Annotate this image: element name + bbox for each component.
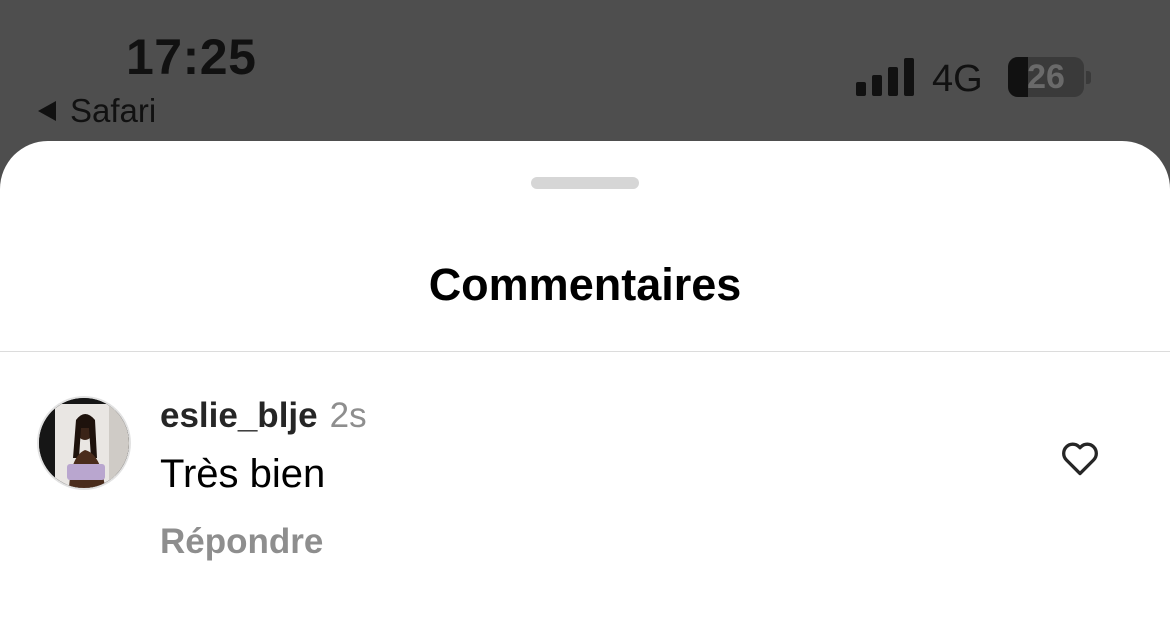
back-to-app-button[interactable]: Safari: [38, 92, 156, 130]
cellular-signal-icon: [856, 58, 916, 96]
comment-username[interactable]: eslie_blje: [160, 396, 318, 436]
avatar-photo: [39, 398, 129, 488]
heart-outline-icon: [1062, 442, 1098, 476]
back-app-label: Safari: [70, 92, 157, 129]
sheet-title: Commentaires: [428, 259, 742, 310]
comment-item: eslie_blje 2s Très bien Répondre: [0, 396, 1170, 576]
battery-cap: [1086, 71, 1091, 84]
battery-icon: 26: [1008, 57, 1084, 97]
battery-percent: 26: [1027, 57, 1065, 96]
status-bar: 17:25 Safari 4G 26: [0, 0, 1170, 140]
comment-timestamp: 2s: [329, 396, 367, 435]
avatar[interactable]: [37, 396, 131, 490]
like-button[interactable]: [1058, 436, 1102, 480]
reply-button[interactable]: Répondre: [160, 522, 323, 562]
sheet-grabber[interactable]: [531, 177, 639, 189]
network-type: 4G: [932, 58, 983, 100]
status-time: 17:25: [126, 29, 257, 85]
comments-sheet: Commentaires eslie_blje 2s Très bien Rép…: [0, 141, 1170, 617]
back-arrow-icon: [38, 101, 56, 121]
comment-text: Très bien: [160, 452, 326, 496]
comment-header: eslie_blje 2s: [160, 396, 367, 436]
divider: [0, 351, 1170, 352]
